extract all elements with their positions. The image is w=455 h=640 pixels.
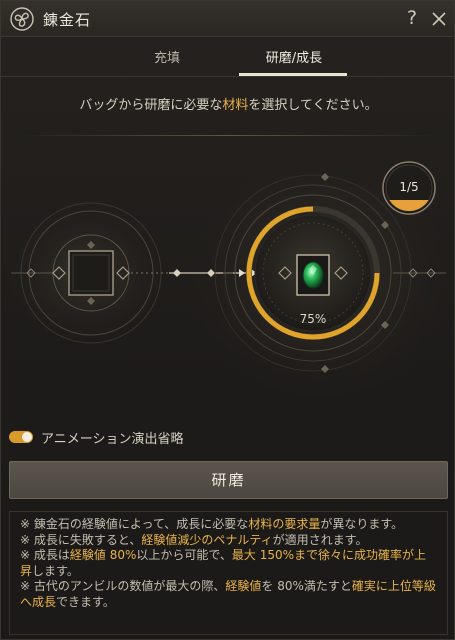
- note-text: ※ 古代のアンビルの数値が最大の際、: [20, 579, 226, 593]
- note-text: ※ 錬金石の経験値によって、成長に必要な: [20, 517, 249, 531]
- notes-panel: ※ 錬金石の経験値によって、成長に必要な材料の要求量が異なります。 ※ 成長に失…: [9, 511, 448, 635]
- note-highlight: 経験値減少のペナルティ: [141, 532, 273, 547]
- help-button[interactable]: ?: [402, 6, 422, 30]
- note-text: 以上から可能で、: [136, 548, 232, 562]
- level-badge: 1/5: [382, 161, 436, 215]
- note-highlight: 経験値 80%: [69, 548, 137, 562]
- polish-button[interactable]: 研磨: [9, 461, 448, 499]
- animation-skip-label: アニメーション演出省略: [41, 432, 184, 447]
- level-text: 1/5: [399, 180, 418, 194]
- close-icon[interactable]: [429, 9, 449, 29]
- tab-charge[interactable]: 充填: [129, 47, 205, 67]
- title-bar: 錬金石 ?: [1, 1, 454, 37]
- note-text: できます。: [56, 594, 115, 609]
- note-text: します。: [32, 563, 79, 578]
- note-highlight: 経験値: [225, 579, 262, 593]
- window-title: 錬金石: [43, 11, 92, 29]
- alchemy-stone-window: 錬金石 ? 充填 研磨/成長 バッグから研磨に必要な材料を選択してください。 7…: [0, 0, 455, 640]
- note-line: ※ 成長は経験値 80%以上から可能で、最大 150%まで徐々に成功確率が上昇し…: [20, 548, 437, 579]
- toggle-knob: [22, 432, 32, 442]
- note-text: ※ 成長に失敗すると、: [20, 532, 142, 547]
- note-text: を 80%満たすと: [261, 579, 352, 593]
- active-tab-indicator: [239, 73, 347, 76]
- instruction-prefix: バッグから研磨に必要な: [79, 98, 223, 113]
- note-line: ※ 古代のアンビルの数値が最大の際、経験値を 80%満たすと確実に上位等級へ成長…: [20, 579, 437, 610]
- instruction-text: バッグから研磨に必要な材料を選択してください。: [1, 79, 455, 133]
- instruction-highlight: 材料: [222, 98, 249, 113]
- note-line: ※ 錬金石の経験値によって、成長に必要な材料の要求量が異なります。: [20, 517, 437, 533]
- note-text: が異なります。: [320, 517, 404, 531]
- note-text: ※ 成長は: [20, 548, 70, 562]
- animation-skip-toggle[interactable]: [9, 431, 33, 443]
- tab-polish-growth[interactable]: 研磨/成長: [251, 47, 337, 67]
- note-text: が適用されます。: [272, 532, 368, 547]
- note-highlight: 材料の要求量: [248, 517, 321, 531]
- note-line: ※ 成長に失敗すると、経験値減少のペナルティが適用されます。: [20, 533, 437, 549]
- instruction-suffix: を選択してください。: [248, 98, 378, 113]
- triskelion-icon: [10, 7, 34, 31]
- progress-percent: 75%: [300, 312, 327, 326]
- tab-bar: 充填 研磨/成長: [1, 37, 454, 77]
